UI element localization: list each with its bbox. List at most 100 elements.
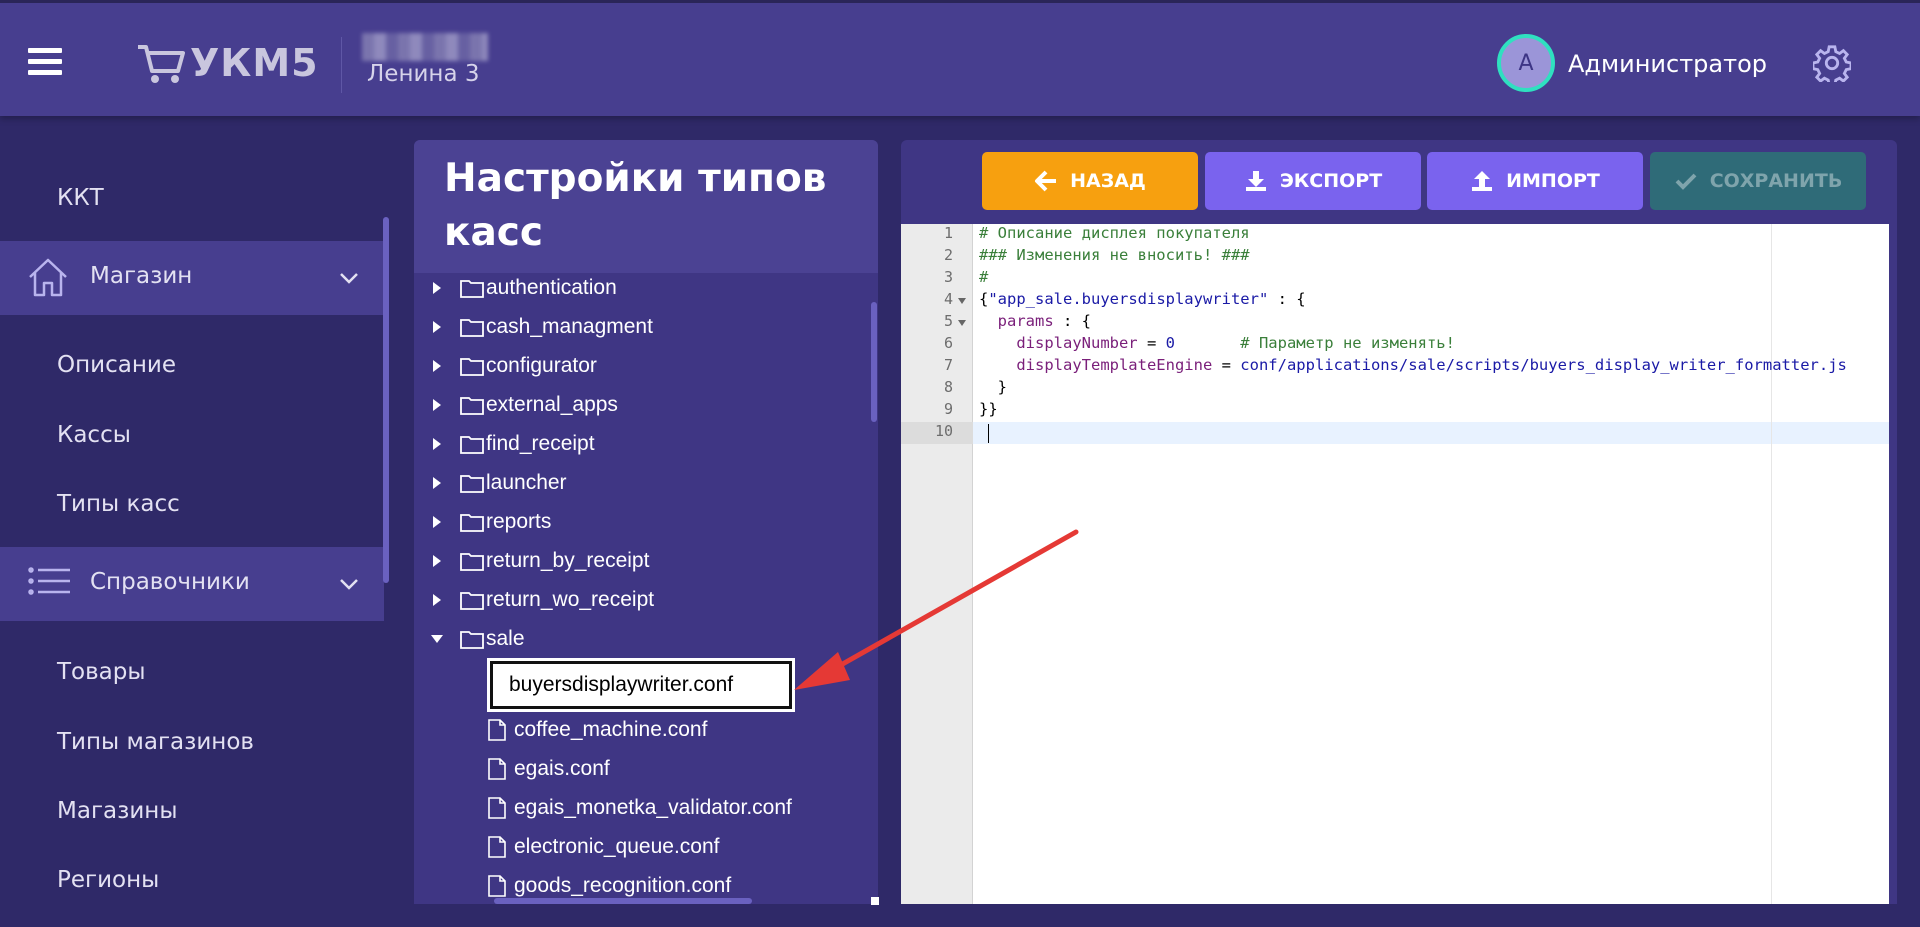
code-token: params (979, 312, 1054, 330)
sidebar-item-label: ККТ (57, 185, 104, 211)
tree-folder-label: configurator (486, 354, 597, 377)
sidebar-item-label: Типы магазинов (57, 729, 254, 755)
caret-right-icon[interactable] (430, 320, 444, 334)
store-name[interactable]: Ленина 3 (367, 61, 480, 87)
tree-folder[interactable]: external_apps (414, 387, 864, 423)
app-header: УКМ5 Ленина 3 А Администратор (0, 0, 1920, 116)
upload-icon (1472, 171, 1493, 191)
tree-folder-label: external_apps (486, 393, 618, 416)
sidebar-item-label: Товары (57, 659, 146, 685)
rename-file-input[interactable] (487, 658, 795, 712)
code-line: params : { (979, 312, 1091, 330)
fold-toggle-icon[interactable] (958, 298, 966, 304)
folder-icon (460, 436, 484, 454)
sidebar-group-store[interactable]: Магазин (0, 241, 384, 315)
tree-file[interactable]: egais.conf (414, 751, 864, 787)
chevron-down-icon[interactable] (338, 573, 360, 595)
tree-file-label: electronic_queue.conf (514, 835, 720, 858)
home-icon (29, 258, 67, 297)
sidebar-item-label: Магазины (57, 798, 178, 824)
caret-right-icon[interactable] (430, 593, 444, 607)
code-token: = (1137, 334, 1166, 352)
code-line: ### Изменения не вносить! ### (979, 246, 1250, 264)
tree-title-box: Настройки типов касс (414, 140, 878, 273)
file-icon (488, 836, 506, 858)
avatar[interactable]: А (1497, 34, 1555, 92)
sidebar-item-kkt[interactable]: ККТ (0, 165, 384, 231)
line-number: 5 (943, 312, 953, 330)
tree-file[interactable]: egais_monetka_validator.conf (414, 790, 864, 826)
tree-file-label: coffee_machine.conf (514, 718, 708, 741)
tree-folder[interactable]: find_receipt (414, 426, 864, 462)
logo-text: УКМ5 (190, 41, 319, 85)
tree-vertical-scrollbar[interactable] (871, 302, 877, 422)
code-line: }} (979, 400, 998, 418)
import-button[interactable]: ИМПОРТ (1427, 152, 1643, 210)
sidebar-item-regions[interactable]: Регионы (0, 847, 384, 913)
tree-file[interactable]: coffee_machine.conf (414, 712, 864, 748)
save-button[interactable]: СОХРАНИТЬ (1650, 152, 1866, 210)
sidebar-item-description[interactable]: Описание (0, 332, 384, 398)
tree-folder[interactable]: configurator (414, 348, 864, 384)
file-icon (488, 797, 506, 819)
sidebar-item-label: Описание (57, 352, 176, 378)
check-icon (1675, 173, 1697, 190)
sidebar-item-label: Регионы (57, 867, 160, 893)
code-token: displayNumber (979, 334, 1138, 352)
sidebar-item-register-types[interactable]: Типы касс (0, 471, 384, 537)
sidebar-item-goods[interactable]: Товары (0, 639, 384, 705)
file-icon (488, 758, 506, 780)
caret-right-icon[interactable] (430, 281, 444, 295)
tree-folder-label: authentication (486, 276, 617, 299)
tree-folder-label: cash_managment (486, 315, 653, 338)
menu-icon[interactable] (28, 48, 62, 76)
sidebar-scrollbar[interactable] (383, 217, 389, 583)
code-token: { (979, 290, 989, 308)
caret-right-icon[interactable] (430, 437, 444, 451)
chevron-down-icon[interactable] (338, 267, 360, 289)
caret-right-icon[interactable] (430, 398, 444, 412)
caret-down-icon[interactable] (430, 632, 444, 646)
code-line: displayTemplateEngine = conf/application… (979, 356, 1847, 374)
tree-file-label: egais.conf (514, 757, 610, 780)
tree-file[interactable]: electronic_queue.conf (414, 829, 864, 865)
line-number: 2 (943, 246, 953, 264)
user-name[interactable]: Администратор (1568, 50, 1767, 78)
tree-folder[interactable]: cash_managment (414, 309, 864, 345)
tree-folder-label: reports (486, 510, 552, 533)
folder-icon (460, 514, 484, 532)
line-number: 7 (943, 356, 953, 374)
code-token: : { (1053, 312, 1091, 330)
line-number: 10 (934, 422, 953, 440)
caret-right-icon[interactable] (430, 476, 444, 490)
caret-right-icon[interactable] (430, 515, 444, 529)
sidebar-item-registers[interactable]: Кассы (0, 402, 384, 468)
line-number: 4 (943, 290, 953, 308)
back-button[interactable]: НАЗАД (982, 152, 1198, 210)
app-logo[interactable]: УКМ5 (136, 39, 319, 87)
tree-file-label: egais_monetka_validator.conf (514, 796, 792, 819)
tree-horizontal-scrollbar[interactable] (494, 898, 752, 904)
folder-icon (460, 358, 484, 376)
caret-right-icon[interactable] (430, 554, 444, 568)
sidebar-group-label: Магазин (90, 263, 193, 289)
sidebar-group-label: Справочники (90, 569, 250, 595)
gear-icon[interactable] (1813, 44, 1851, 82)
tree-folder[interactable]: authentication (414, 270, 864, 306)
folder-icon (460, 397, 484, 415)
sidebar-item-stores[interactable]: Магазины (0, 778, 384, 844)
folder-icon (460, 631, 484, 649)
code-line: {"app_sale.buyersdisplaywriter" : { (979, 290, 1306, 308)
folder-icon (460, 553, 484, 571)
export-button[interactable]: ЭКСПОРТ (1205, 152, 1421, 210)
line-number: 8 (943, 378, 953, 396)
tree-folder[interactable]: launcher (414, 465, 864, 501)
sidebar-group-references[interactable]: Справочники (0, 547, 384, 621)
folder-icon (460, 280, 484, 298)
fold-toggle-icon[interactable] (958, 320, 966, 326)
caret-right-icon[interactable] (430, 359, 444, 373)
cart-icon (138, 45, 185, 83)
sidebar-item-store-types[interactable]: Типы магазинов (0, 709, 384, 775)
code-line: # (979, 268, 989, 286)
sidebar-item-label: Кассы (57, 422, 131, 448)
